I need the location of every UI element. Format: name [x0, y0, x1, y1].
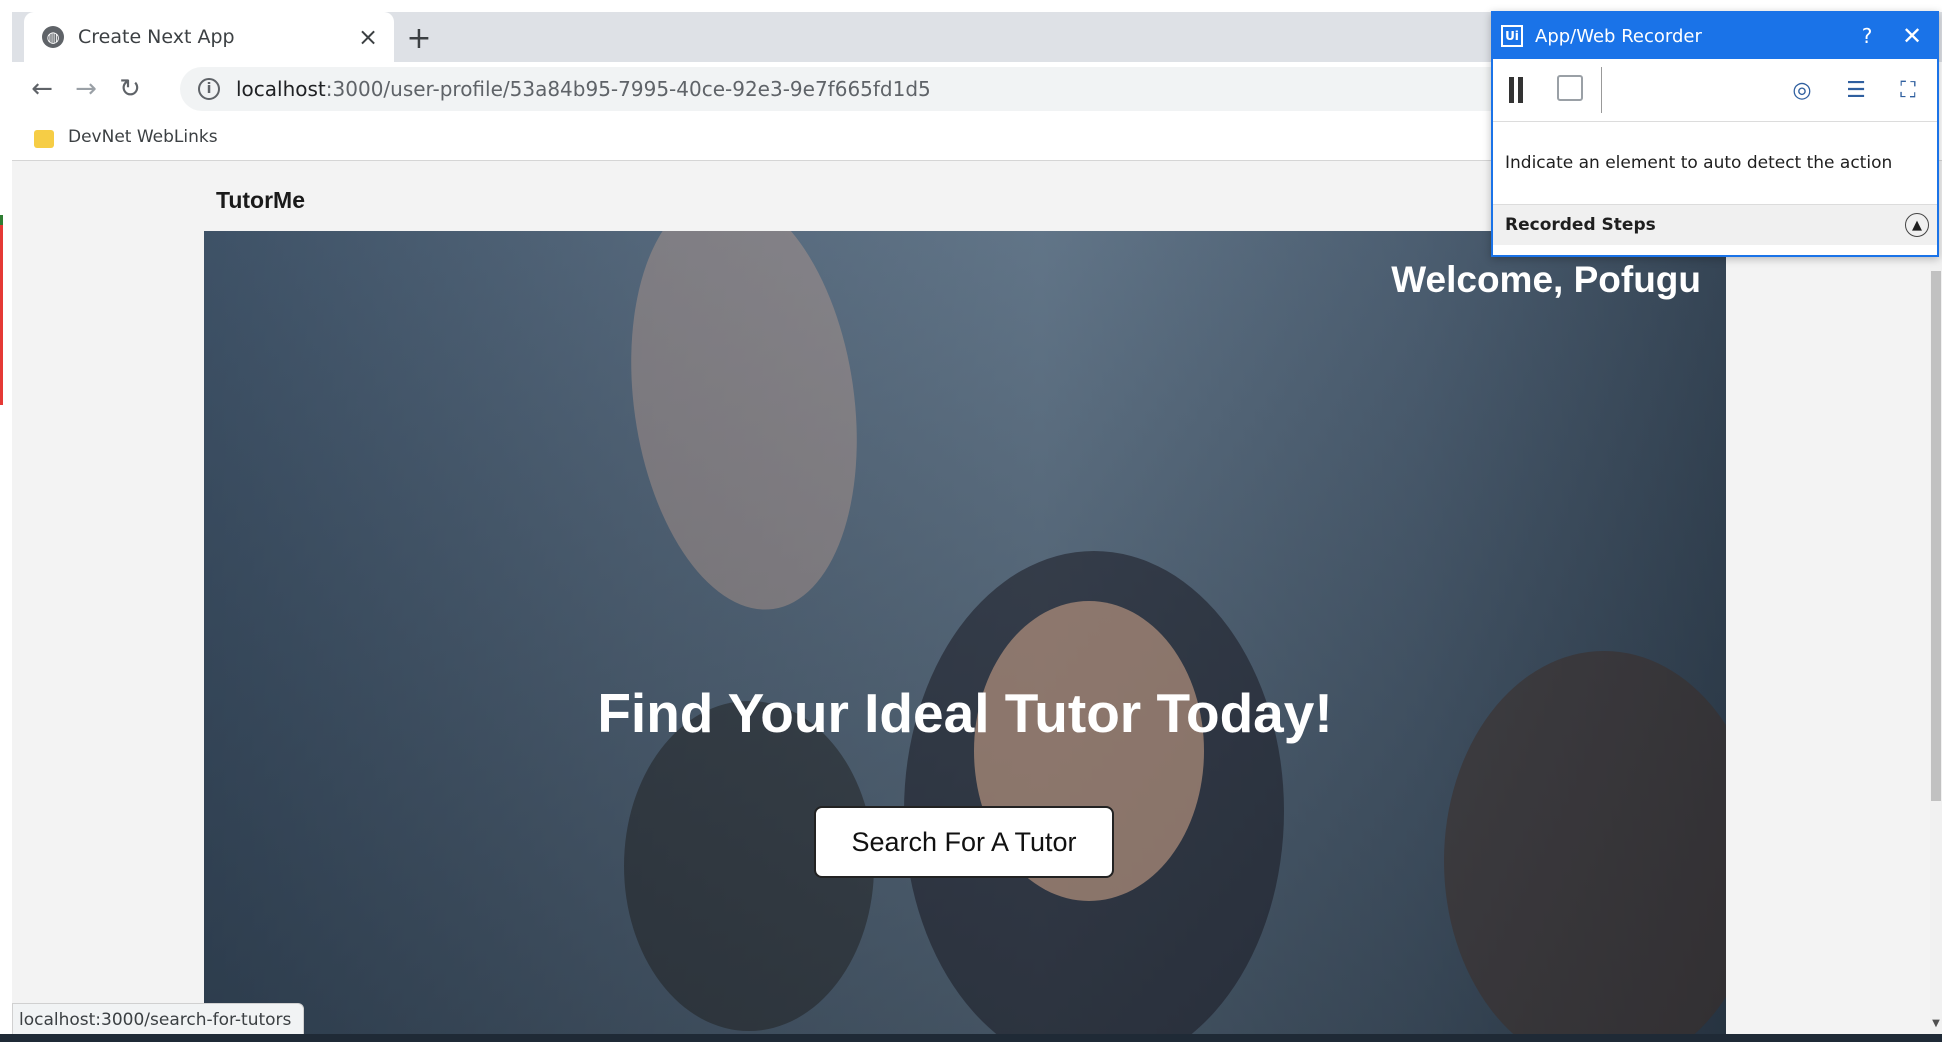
bookmark-devnet-weblinks[interactable]: DevNet WebLinks: [68, 127, 218, 147]
welcome-message: Welcome, Pofugu: [1391, 259, 1701, 300]
recorder-toolbar: ◎ ☰ ⛶: [1493, 59, 1937, 122]
uipath-logo-icon: Ui: [1501, 25, 1523, 47]
status-bubble: localhost:3000/search-for-tutors: [12, 1003, 305, 1037]
arrow-left-icon: ←: [31, 74, 53, 104]
page-viewport: TutorMe Welcome, Pofugu Find Your Ideal …: [12, 161, 1930, 1034]
back-button[interactable]: ←: [24, 71, 60, 107]
folder-icon: [34, 130, 54, 148]
site-brand[interactable]: TutorMe: [216, 187, 305, 214]
tab-title: Create Next App: [78, 26, 235, 48]
close-tab-icon[interactable]: ×: [356, 23, 380, 51]
taskbar-edge: [0, 1034, 1942, 1042]
app-web-recorder-panel: Ui App/Web Recorder ? ✕ ◎ ☰ ⛶ Indicate a…: [1491, 11, 1939, 257]
info-icon[interactable]: i: [198, 78, 220, 100]
recorder-title: App/Web Recorder: [1535, 25, 1702, 47]
pause-icon[interactable]: [1509, 77, 1523, 103]
chevron-up-icon[interactable]: ▲: [1905, 213, 1929, 237]
target-icon[interactable]: ◎: [1787, 75, 1817, 105]
address-bar[interactable]: i localhost:3000/user-profile/53a84b95-7…: [180, 67, 1520, 111]
arrow-right-icon: →: [75, 74, 97, 104]
page-scrollbar[interactable]: ▼: [1930, 161, 1942, 1034]
close-recorder-button[interactable]: ✕: [1887, 22, 1937, 50]
recorder-hint: Indicate an element to auto detect the a…: [1493, 122, 1937, 205]
screen-scan-icon[interactable]: ⛶: [1893, 75, 1923, 105]
scrollbar-thumb[interactable]: [1931, 271, 1941, 801]
globe-icon: ◍: [42, 26, 64, 48]
tab-create-next-app[interactable]: ◍ Create Next App ×: [24, 12, 394, 62]
hero-banner: Welcome, Pofugu Find Your Ideal Tutor To…: [204, 231, 1726, 1034]
scroll-down-arrow-icon[interactable]: ▼: [1930, 1018, 1942, 1030]
search-for-tutor-button[interactable]: Search For A Tutor: [814, 806, 1114, 878]
new-tab-button[interactable]: +: [402, 21, 436, 56]
save-icon[interactable]: [1557, 75, 1583, 101]
desktop-left-edge: [0, 0, 12, 1042]
recorded-steps-header[interactable]: Recorded Steps ▲: [1493, 205, 1937, 245]
reload-icon: ↻: [119, 74, 141, 104]
recorded-steps-label: Recorded Steps: [1505, 215, 1656, 235]
desktop-edge-mark: [0, 225, 3, 405]
hero-photo-shape: [605, 231, 883, 625]
recorder-header: Ui App/Web Recorder ? ✕: [1493, 13, 1937, 59]
help-button[interactable]: ?: [1847, 24, 1887, 48]
forward-button[interactable]: →: [68, 71, 104, 107]
url-host: localhost: [236, 77, 326, 101]
url-path: :3000/user-profile/53a84b95-7995-40ce-92…: [325, 77, 931, 101]
toolbar-separator: [1601, 67, 1602, 113]
checklist-icon[interactable]: ☰: [1841, 75, 1871, 105]
reload-button[interactable]: ↻: [112, 71, 148, 107]
hero-title: Find Your Ideal Tutor Today!: [597, 682, 1333, 744]
